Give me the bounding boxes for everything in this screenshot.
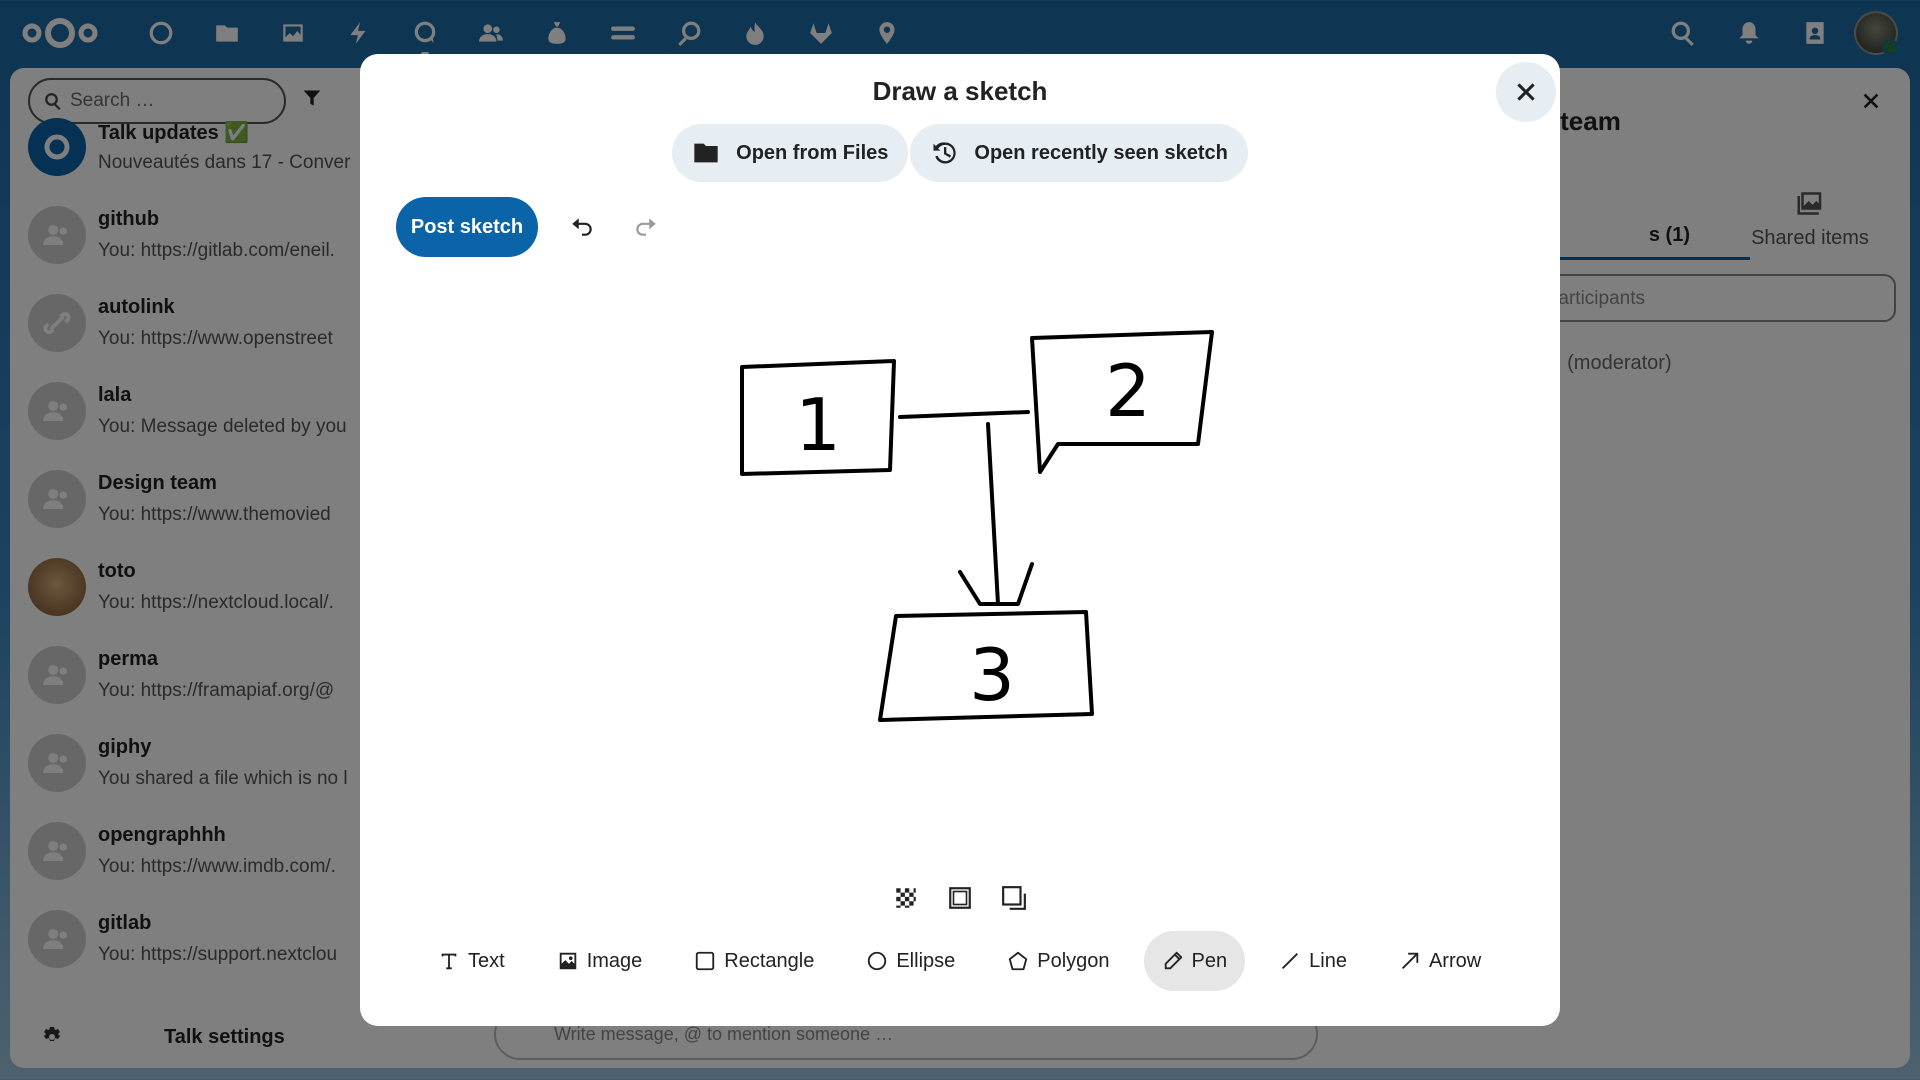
sketch-connector <box>898 410 1030 419</box>
tool-text[interactable]: Text <box>420 931 523 991</box>
tool-label: Polygon <box>1037 949 1110 972</box>
sketch-drawing: 1 2 3 <box>740 330 1214 722</box>
dialog-title: Draw a sketch <box>872 76 1048 106</box>
tool-label: Image <box>586 949 643 972</box>
background-options <box>360 880 1560 916</box>
tool-label: Pen <box>1191 949 1228 972</box>
sketch-label-1: 1 <box>795 383 841 467</box>
tool-line[interactable]: Line <box>1261 931 1365 991</box>
tool-label: Rectangle <box>724 949 815 972</box>
image-bg-icon[interactable] <box>996 880 1032 916</box>
draw-sketch-dialog: Draw a sketch Open from Files Open recen… <box>360 54 1560 1026</box>
sketch-label-3: 3 <box>969 633 1015 717</box>
tool-arrow[interactable]: Arrow <box>1381 931 1499 991</box>
close-icon <box>1517 83 1535 101</box>
post-sketch-button[interactable]: Post sketch <box>396 197 538 257</box>
arrow-icon <box>1401 952 1419 969</box>
sketch-arrow-line <box>986 422 1000 606</box>
tool-polygon[interactable]: Polygon <box>989 931 1127 991</box>
tool-rectangle[interactable]: Rectangle <box>676 931 832 991</box>
tool-label: Line <box>1309 949 1347 972</box>
sketch-label-2: 2 <box>1105 349 1151 433</box>
undo-icon[interactable] <box>560 204 604 248</box>
polygon-icon <box>1009 951 1028 971</box>
drawing-canvas[interactable]: 1 2 3 <box>380 274 1540 914</box>
pen-icon <box>1164 951 1182 970</box>
line-icon <box>1282 953 1299 969</box>
tool-label: Text <box>468 949 505 972</box>
drawing-toolbar: Text Image Rectangle Ellipse Polygon Pen… <box>420 930 1520 992</box>
tool-image[interactable]: Image <box>539 931 661 991</box>
close-dialog-button[interactable] <box>1496 62 1556 122</box>
open-sketch-buttons: Open from Files Open recently seen sketc… <box>360 124 1560 182</box>
ellipse-icon <box>868 951 887 971</box>
text-icon <box>441 953 457 970</box>
redo-icon <box>624 204 668 248</box>
open-from-files-label: Open from Files <box>736 141 889 164</box>
open-recent-sketch-label: Open recently seen sketch <box>974 141 1228 164</box>
tool-label: Arrow <box>1428 949 1482 972</box>
tool-pen[interactable]: Pen <box>1143 931 1246 991</box>
image-icon <box>559 952 576 970</box>
transparent-bg-icon[interactable] <box>888 880 924 916</box>
open-from-files-button[interactable]: Open from Files <box>672 124 909 182</box>
history-icon <box>933 142 957 164</box>
open-recent-sketch-button[interactable]: Open recently seen sketch <box>910 124 1248 182</box>
tool-ellipse[interactable]: Ellipse <box>848 931 973 991</box>
white-bg-icon[interactable] <box>942 880 978 916</box>
rectangle-icon <box>696 951 715 971</box>
tool-label: Ellipse <box>896 949 956 972</box>
folder-icon <box>694 143 718 163</box>
